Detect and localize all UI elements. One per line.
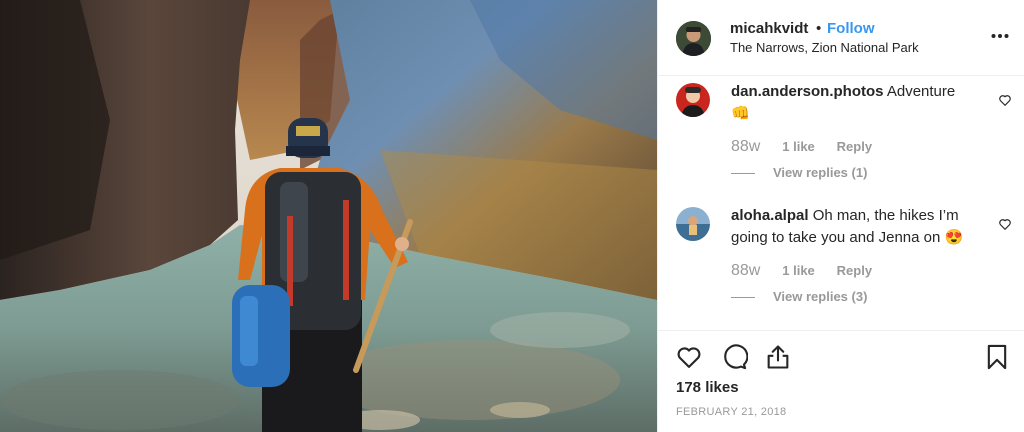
share-icon xyxy=(767,345,789,369)
comment-button[interactable] xyxy=(720,343,749,371)
heart-icon xyxy=(999,95,1011,107)
comments-list: dan.anderson.photos Adventure 👊 88w 1 li… xyxy=(658,76,1024,330)
like-button[interactable] xyxy=(675,343,703,371)
separator-dot: • xyxy=(816,20,822,37)
comment-username[interactable]: aloha.alpal xyxy=(731,207,809,224)
author-avatar-image xyxy=(676,21,711,56)
comment-username[interactable]: dan.anderson.photos xyxy=(731,83,884,100)
ellipsis-icon[interactable] xyxy=(991,28,1009,39)
follow-button[interactable]: Follow xyxy=(827,20,875,37)
heart-icon xyxy=(677,347,701,368)
comment-text-block: dan.anderson.photos Adventure 👊 xyxy=(731,81,981,125)
comment-emoji: 😍 xyxy=(944,229,964,246)
comment-text: Adventure xyxy=(886,83,956,100)
author-avatar[interactable] xyxy=(676,21,711,56)
post-side-panel: micahkvidt • Follow The Narrows, Zion Na… xyxy=(657,0,1024,432)
comment-likes[interactable]: 1 like xyxy=(782,263,815,278)
instagram-post: micahkvidt • Follow The Narrows, Zion Na… xyxy=(0,0,1024,432)
commenter-avatar-image xyxy=(676,83,710,117)
post-location[interactable]: The Narrows, Zion National Park xyxy=(730,40,919,55)
post-date: FEBRUARY 21, 2018 xyxy=(676,406,787,418)
comment-time: 88w xyxy=(731,138,761,155)
author-username[interactable]: micahkvidt xyxy=(730,20,808,37)
commenter-avatar[interactable] xyxy=(676,207,710,241)
view-replies-label: View replies (1) xyxy=(773,165,868,180)
comment-like-heart-icon[interactable] xyxy=(998,93,1012,107)
comment-time: 88w xyxy=(731,262,761,279)
view-replies-button[interactable]: View replies (3) xyxy=(731,289,867,304)
post-photo[interactable] xyxy=(0,0,657,432)
reply-button[interactable]: Reply xyxy=(837,263,872,278)
replies-line xyxy=(731,173,755,175)
comment-emoji: 👊 xyxy=(731,105,750,122)
share-button[interactable] xyxy=(764,343,792,371)
view-replies-button[interactable]: View replies (1) xyxy=(731,165,867,180)
comment-meta: 88w 1 like Reply xyxy=(731,262,890,280)
bookmark-icon xyxy=(987,344,1007,370)
ellipsis-icon-glyph xyxy=(991,34,1009,38)
replies-line xyxy=(731,297,755,299)
view-replies-label: View replies (3) xyxy=(773,289,868,304)
commenter-avatar-image xyxy=(676,207,710,241)
comment-meta: 88w 1 like Reply xyxy=(731,138,890,156)
save-button[interactable] xyxy=(983,343,1011,371)
comment-icon xyxy=(724,344,749,370)
canyon-hiker-photo xyxy=(0,0,657,432)
comment-text-block: aloha.alpal Oh man, the hikes I’m going … xyxy=(731,205,981,249)
heart-icon xyxy=(999,219,1011,231)
comment-likes[interactable]: 1 like xyxy=(782,139,815,154)
reply-button[interactable]: Reply xyxy=(837,139,872,154)
commenter-avatar[interactable] xyxy=(676,83,710,117)
comment-like-heart-icon[interactable] xyxy=(998,217,1012,231)
post-actions: 178 likes FEBRUARY 21, 2018 xyxy=(658,330,1024,432)
post-header: micahkvidt • Follow The Narrows, Zion Na… xyxy=(658,0,1024,76)
likes-count[interactable]: 178 likes xyxy=(676,379,739,396)
